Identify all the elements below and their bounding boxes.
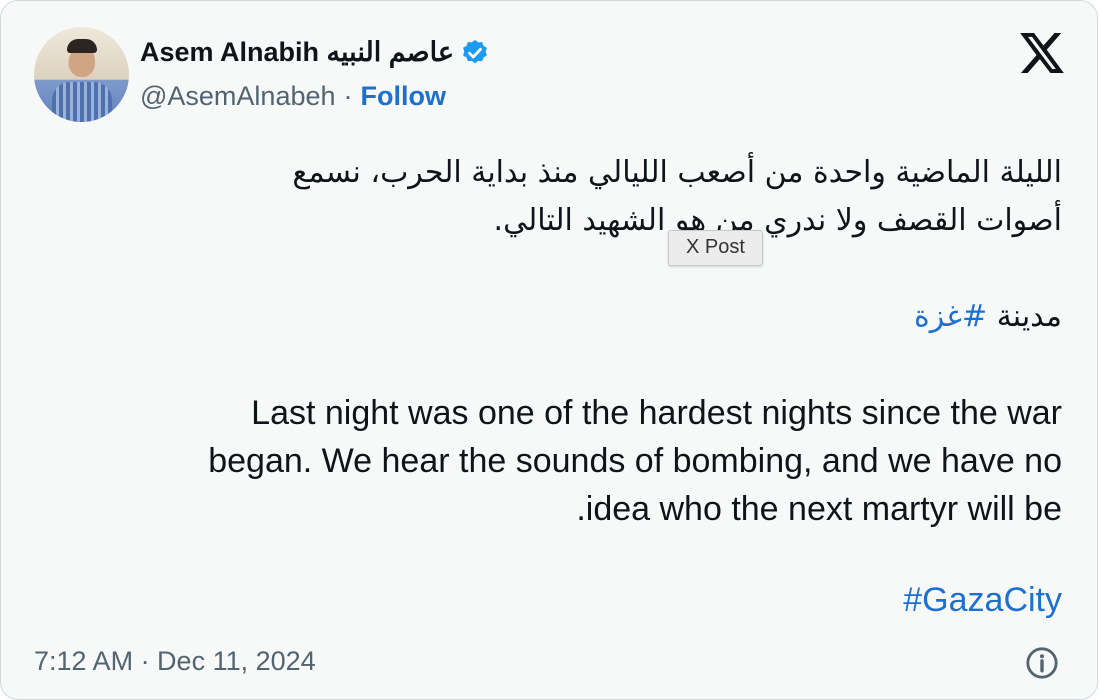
author-handle[interactable]: @AsemAlnabeh [140, 81, 336, 112]
avatar[interactable] [34, 27, 129, 122]
arabic-hashtag-line: مدينة #غزة [562, 293, 1062, 341]
english-line-1: Last night was one of the hardest nights… [251, 394, 1062, 432]
post-arabic-text: الليلة الماضية واحدة من أصعب الليالي منذ… [102, 149, 1062, 245]
verified-badge-icon [463, 39, 487, 63]
arabic-city-word: مدينة [996, 299, 1062, 334]
post-english-text: Last night was one of the hardest nights… [72, 389, 1062, 533]
avatar-hair [67, 39, 97, 53]
post-timestamp[interactable]: 7:12 AM · Dec 11, 2024 [34, 646, 316, 677]
x-logo-icon[interactable] [1019, 33, 1065, 73]
arabic-line-2: أصوات القصف ولا ندري من هو الشهيد التالي… [493, 203, 1062, 238]
avatar-shirt [52, 82, 112, 122]
separator-dot: · [343, 81, 353, 111]
follow-button[interactable]: Follow [361, 81, 446, 112]
author-display-name[interactable]: Asem Alnabih عاصم النبيه [140, 37, 454, 68]
english-line-3: .idea who the next martyr will be [576, 490, 1062, 528]
hashtag-gazacity[interactable]: #GazaCity [903, 581, 1062, 620]
x-post-tooltip: X Post [668, 230, 763, 266]
author-name-row: Asem Alnabih عاصم النبيه [140, 37, 490, 68]
hashtag-gaza-arabic[interactable]: #غزة [914, 299, 987, 334]
tweet-card[interactable]: Asem Alnabih عاصم النبيه @AsemAlnabeh · … [0, 0, 1098, 700]
info-icon[interactable] [1025, 646, 1059, 680]
author-handle-row: @AsemAlnabeh · Follow [140, 81, 446, 112]
english-line-2: began. We hear the sounds of bombing, an… [208, 442, 1062, 480]
arabic-line-1: الليلة الماضية واحدة من أصعب الليالي منذ… [292, 155, 1062, 190]
